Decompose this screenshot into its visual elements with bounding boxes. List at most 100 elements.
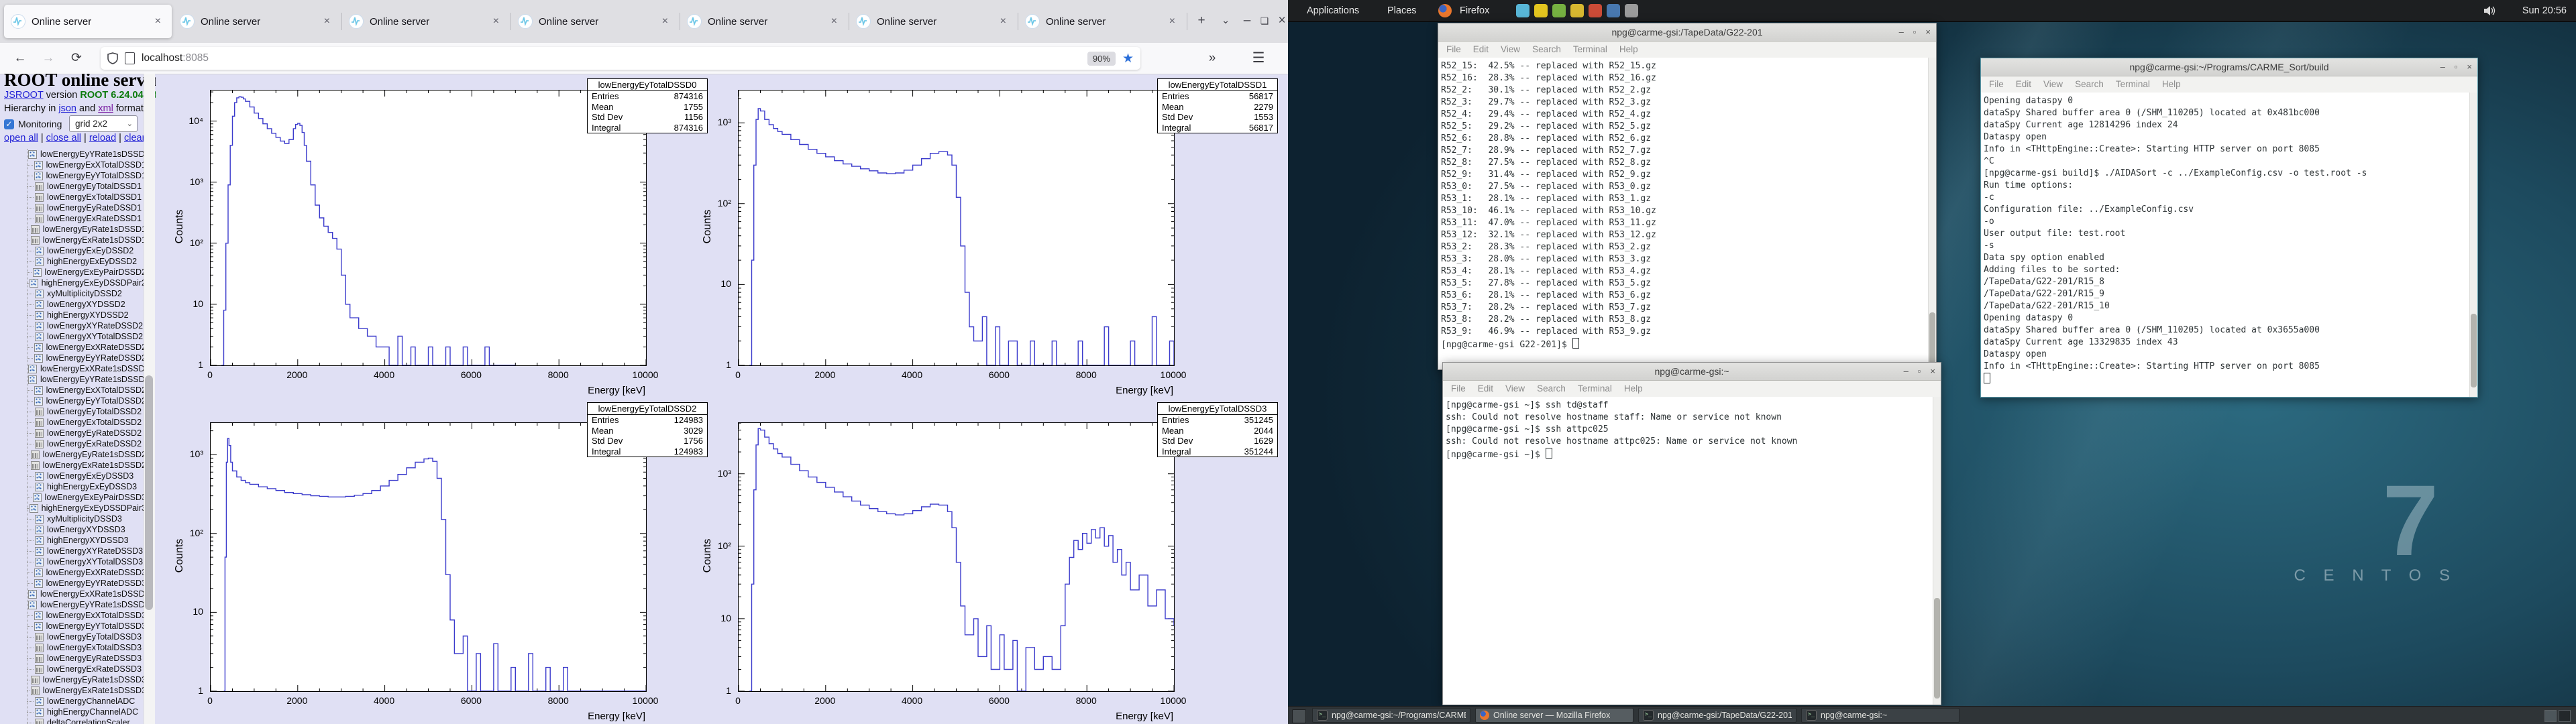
tray-icon-5[interactable] (1589, 4, 1602, 17)
page-info-icon[interactable] (125, 52, 135, 64)
workspace-switcher[interactable] (2544, 710, 2571, 722)
menu-edit[interactable]: Edit (2016, 79, 2031, 89)
close-icon[interactable]: × (1930, 366, 1935, 376)
zoom-level-badge[interactable]: 90% (1087, 52, 1116, 66)
firefox-icon[interactable] (1438, 4, 1452, 17)
tab-close-icon[interactable]: × (320, 14, 334, 29)
browser-tab[interactable]: Online server× (511, 5, 679, 38)
tab-close-icon[interactable]: × (827, 14, 841, 29)
maximize-icon[interactable]: ▫ (2455, 62, 2458, 72)
terminal-window[interactable]: npg@carme-gsi:~/Programs/CARME_Sort/buil… (1980, 58, 2478, 398)
x-axis-title: Energy [keV] (538, 711, 645, 722)
bookmark-star-icon[interactable]: ★ (1122, 51, 1134, 66)
plot-frame[interactable] (210, 422, 647, 692)
terminal-line: Dataspy open (1984, 349, 2477, 361)
hamburger-menu-button[interactable]: ☰ (1248, 48, 1269, 68)
tab-close-icon[interactable]: × (996, 14, 1010, 29)
show-desktop-button[interactable] (1292, 709, 1306, 723)
terminal-window[interactable]: npg@carme-gsi:/TapeData/G22-201–▫×FileEd… (1438, 23, 1937, 370)
browser-tab[interactable]: Online server× (342, 5, 510, 38)
overflow-chevrons-button[interactable]: » (1201, 48, 1222, 68)
menu-search[interactable]: Search (1537, 383, 1566, 394)
tab-close-icon[interactable]: × (1165, 14, 1179, 29)
taskbar-button[interactable]: >_npg@carme-gsi:~ (1801, 708, 1960, 723)
list-all-tabs-icon[interactable]: ⌄ (1216, 11, 1236, 31)
workspace-2[interactable] (2559, 710, 2571, 722)
terminal-scrollbar-thumb[interactable] (1934, 598, 1940, 699)
histogram-canvas[interactable] (211, 423, 646, 691)
menu-search[interactable]: Search (1532, 44, 1561, 54)
x-tick-label: 6000 (447, 695, 494, 706)
shield-icon[interactable] (107, 52, 118, 64)
terminal-prompt-line (1984, 373, 2477, 386)
menu-view[interactable]: View (1505, 383, 1525, 394)
tab-close-icon[interactable]: × (658, 14, 672, 29)
firefox-menu[interactable]: Firefox (1453, 0, 1496, 21)
stats-label: Mean (592, 426, 614, 436)
menu-help[interactable]: Help (1619, 44, 1638, 54)
histogram-canvas[interactable] (739, 90, 1174, 365)
menu-view[interactable]: View (2043, 79, 2063, 89)
menu-help[interactable]: Help (1624, 383, 1643, 394)
tray-icon-7[interactable] (1625, 4, 1638, 17)
tray-icon-1[interactable] (1516, 4, 1529, 17)
tray-icon-6[interactable] (1607, 4, 1620, 17)
terminal-scrollbar-thumb[interactable] (2471, 314, 2477, 387)
minimize-icon[interactable]: – (2440, 62, 2445, 72)
volume-icon[interactable] (2483, 5, 2496, 16)
browser-tab[interactable]: Online server× (1018, 5, 1186, 38)
plot-frame[interactable] (738, 422, 1175, 692)
reload-button[interactable]: ⟳ (66, 48, 87, 68)
taskbar-button[interactable]: >_npg@carme-gsi:/TapeData/G22-201 (1638, 708, 1796, 723)
stats-label: Std Dev (1162, 436, 1193, 446)
menu-help[interactable]: Help (2162, 79, 2181, 89)
maximize-icon[interactable]: ▫ (1918, 366, 1921, 376)
terminal-titlebar[interactable]: npg@carme-gsi:/TapeData/G22-201–▫× (1438, 23, 1936, 42)
taskbar-button[interactable]: >_npg@carme-gsi:~/Programs/CARME... (1312, 708, 1470, 723)
menu-file[interactable]: File (1989, 79, 2004, 89)
tray-icon-3[interactable] (1552, 4, 1566, 17)
taskbar-button[interactable]: Online server — Mozilla Firefox (1475, 708, 1633, 723)
menu-view[interactable]: View (1501, 44, 1520, 54)
browser-tab[interactable]: Online server× (4, 5, 172, 38)
close-icon[interactable]: × (1925, 27, 1931, 37)
places-menu[interactable]: Places (1381, 0, 1424, 21)
browser-tab[interactable]: Online server× (849, 5, 1017, 38)
tab-close-icon[interactable]: × (151, 14, 165, 29)
terminal-scrollbar[interactable] (1933, 397, 1941, 705)
new-tab-button[interactable]: + (1191, 11, 1212, 31)
histogram-canvas[interactable] (739, 423, 1174, 691)
menu-edit[interactable]: Edit (1478, 383, 1493, 394)
applications-menu[interactable]: Applications (1300, 0, 1366, 21)
back-button[interactable]: ← (9, 48, 31, 68)
terminal-titlebar[interactable]: npg@carme-gsi:~/Programs/CARME_Sort/buil… (1981, 58, 2477, 76)
browser-tab[interactable]: Online server× (173, 5, 341, 38)
histogram-canvas[interactable] (211, 90, 646, 365)
menu-terminal[interactable]: Terminal (2116, 79, 2150, 89)
terminal-titlebar[interactable]: npg@carme-gsi:~–▫× (1443, 363, 1941, 381)
minimize-icon[interactable]: – (1904, 366, 1909, 376)
maximize-icon[interactable]: ▫ (1913, 27, 1917, 37)
forward-button[interactable]: → (38, 48, 59, 68)
browser-tab[interactable]: Online server× (680, 5, 848, 38)
terminal-window[interactable]: npg@carme-gsi:~–▫×FileEditViewSearchTerm… (1442, 362, 1941, 705)
menu-file[interactable]: File (1451, 383, 1466, 394)
menu-terminal[interactable]: Terminal (1573, 44, 1607, 54)
terminal-scrollbar[interactable] (2469, 93, 2477, 397)
clock[interactable]: Sun 20:56 (2522, 0, 2567, 21)
menu-file[interactable]: File (1446, 44, 1461, 54)
tab-close-icon[interactable]: × (489, 14, 503, 29)
close-icon[interactable]: × (2467, 62, 2472, 72)
terminal-line: Run time options: (1984, 180, 2477, 192)
plot-frame[interactable] (210, 90, 647, 366)
workspace-1[interactable] (2544, 710, 2557, 722)
tray-icon-2[interactable] (1534, 4, 1548, 17)
minimize-icon[interactable]: – (1899, 27, 1904, 37)
url-bar[interactable]: localhost:8085 90% ★ (101, 47, 1140, 70)
menu-search[interactable]: Search (2075, 79, 2104, 89)
menu-terminal[interactable]: Terminal (1578, 383, 1612, 394)
menu-edit[interactable]: Edit (1473, 44, 1489, 54)
plot-frame[interactable] (738, 90, 1175, 366)
terminal-scrollbar[interactable] (1928, 58, 1936, 369)
tray-icon-4[interactable] (1570, 4, 1584, 17)
